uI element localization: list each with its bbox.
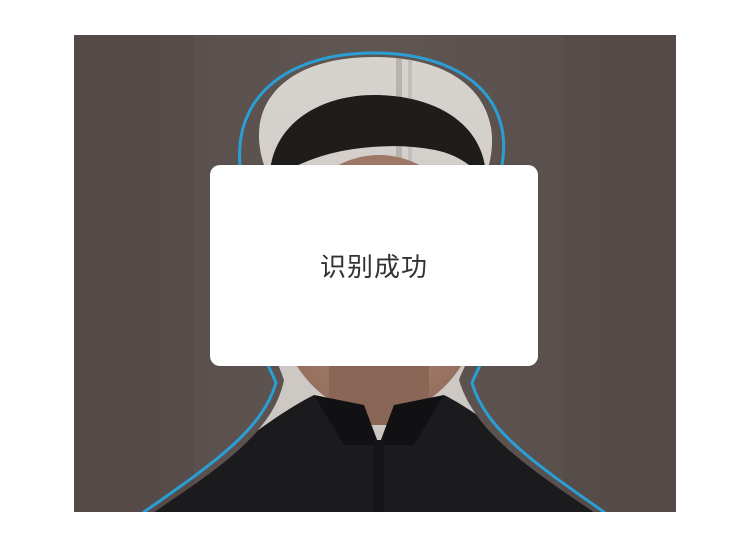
recognition-success-message: 识别成功 [319,253,428,283]
face-recognition-screen: 识别成功 [0,0,750,558]
recognition-result-dialog: 识别成功 [210,165,538,366]
